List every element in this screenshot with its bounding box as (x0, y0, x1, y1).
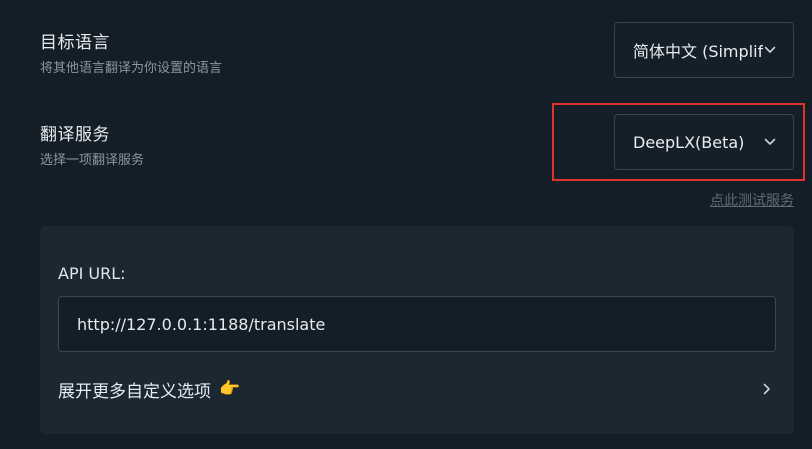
target-language-select[interactable]: 简体中文 (Simplified Chinese) (614, 22, 794, 78)
chevron-down-icon (763, 135, 777, 149)
translation-service-title: 翻译服务 (40, 125, 110, 145)
api-url-input[interactable] (58, 296, 776, 352)
api-url-label: API URL: (58, 264, 126, 283)
deeplx-config-panel: API URL: 展开更多自定义选项 👉 (40, 226, 794, 434)
target-language-selected-value: 简体中文 (Simplified Chinese) (633, 42, 763, 61)
translation-service-select[interactable]: DeepLX(Beta) (614, 114, 794, 170)
target-language-title: 目标语言 (40, 33, 110, 53)
chevron-right-icon (760, 382, 774, 396)
chevron-down-icon (763, 43, 777, 57)
pointing-hand-icon: 👉 (219, 379, 241, 399)
expand-custom-options-label: 展开更多自定义选项 (58, 381, 211, 402)
translation-service-selected-value: DeepLX(Beta) (633, 132, 745, 152)
translation-service-description: 选择一项翻译服务 (40, 153, 145, 168)
test-service-link[interactable]: 点此测试服务 (710, 190, 794, 210)
target-language-description: 将其他语言翻译为你设置的语言 (40, 61, 223, 76)
expand-custom-options-toggle[interactable]: 展开更多自定义选项 👉 (58, 372, 776, 406)
